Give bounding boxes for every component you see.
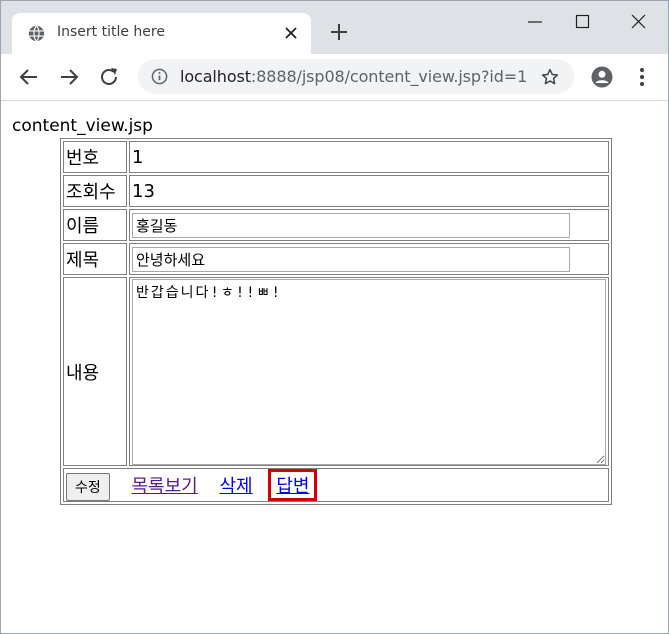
title-cell xyxy=(129,243,609,275)
maximize-icon xyxy=(575,14,590,29)
profile-avatar-icon[interactable] xyxy=(591,66,613,88)
browser-toolbar: localhost:8888/jsp08/content_view.jsp?id… xyxy=(1,54,668,101)
address-bar[interactable]: localhost:8888/jsp08/content_view.jsp?id… xyxy=(138,59,574,94)
num-label: 번호 xyxy=(63,141,127,173)
bookmark-star-icon[interactable] xyxy=(541,68,559,86)
maximize-button[interactable] xyxy=(560,7,606,35)
content-table: 번호 1 조회수 13 이름 제목 내용 반갑습니다!ㅎ!!ㅃ! xyxy=(60,138,612,505)
title-input[interactable] xyxy=(132,246,570,272)
list-link[interactable]: 목록보기 xyxy=(132,476,198,497)
browser-window: Insert title here localhost:8888/jsp08/c… xyxy=(0,0,669,634)
page-heading: content_view.jsp xyxy=(12,116,153,136)
back-arrow-icon[interactable] xyxy=(18,66,40,88)
minimize-button[interactable] xyxy=(512,7,558,35)
content-textarea[interactable]: 반갑습니다!ㅎ!!ㅃ! xyxy=(132,279,606,465)
more-menu-icon[interactable] xyxy=(632,66,652,88)
title-bar: Insert title here xyxy=(1,1,668,54)
table-row: 제목 xyxy=(63,243,609,275)
num-value: 1 xyxy=(129,141,609,173)
content-label: 내용 xyxy=(63,277,127,466)
table-row: 조회수 13 xyxy=(63,175,609,207)
delete-link[interactable]: 삭제 xyxy=(219,476,252,497)
name-input[interactable] xyxy=(132,212,570,238)
reply-link[interactable]: 답변 xyxy=(276,476,309,497)
minimize-icon xyxy=(528,21,542,23)
hit-label: 조회수 xyxy=(63,175,127,207)
name-cell xyxy=(129,209,609,241)
new-tab-icon[interactable] xyxy=(328,21,350,43)
content-cell: 반갑습니다!ㅎ!!ㅃ! xyxy=(129,277,609,466)
title-label: 제목 xyxy=(63,243,127,275)
close-icon xyxy=(631,14,646,29)
globe-icon xyxy=(28,25,45,42)
name-label: 이름 xyxy=(63,209,127,241)
forward-arrow-icon[interactable] xyxy=(58,66,80,88)
highlight-box: 답변 xyxy=(268,469,318,501)
hit-value: 13 xyxy=(129,175,609,207)
table-row: 번호 1 xyxy=(63,141,609,173)
actions-cell: 수정 목록보기 삭제 답변 xyxy=(63,468,609,502)
close-tab-icon[interactable] xyxy=(283,25,299,41)
table-row: 이름 xyxy=(63,209,609,241)
url-text: localhost:8888/jsp08/content_view.jsp?id… xyxy=(180,67,528,86)
close-window-button[interactable] xyxy=(616,7,662,35)
info-icon[interactable] xyxy=(151,68,168,85)
tab-title: Insert title here xyxy=(57,24,165,40)
table-row: 내용 반갑습니다!ㅎ!!ㅃ! xyxy=(63,277,609,466)
edit-button[interactable]: 수정 xyxy=(66,473,110,501)
browser-tab[interactable]: Insert title here xyxy=(12,13,311,54)
reload-icon[interactable] xyxy=(98,66,120,88)
table-row: 수정 목록보기 삭제 답변 xyxy=(63,468,609,502)
